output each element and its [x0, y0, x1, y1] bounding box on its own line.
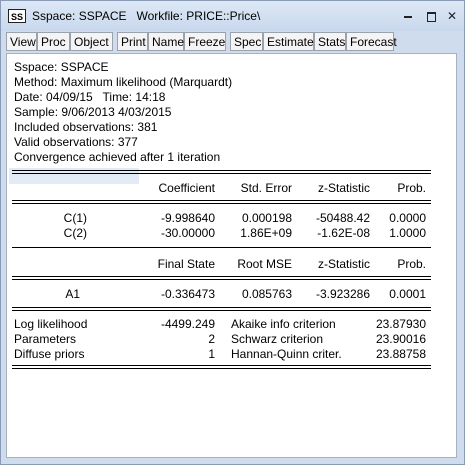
- stats-button[interactable]: Stats: [314, 32, 346, 51]
- coef-name: C(2): [63, 226, 87, 240]
- minimize-icon: [404, 15, 412, 18]
- header-line: Convergence achieved after 1 iteration: [14, 150, 221, 164]
- header-line: Sample: 9/06/2013 4/03/2015: [14, 105, 172, 119]
- name-button[interactable]: Name: [148, 32, 184, 51]
- column-header: Final State: [157, 257, 215, 271]
- column-header: z-Statistic: [317, 257, 370, 271]
- app-icon[interactable]: SS: [8, 9, 26, 23]
- final-state-value: -0.336473: [160, 287, 215, 301]
- maximize-button[interactable]: [422, 7, 440, 25]
- z-stat-value: -50488.42: [315, 211, 370, 225]
- table-rule: [12, 247, 431, 248]
- coef-value: -30.00000: [160, 226, 215, 240]
- criterion-value: 23.90016: [375, 332, 426, 346]
- maximize-icon: [426, 11, 436, 22]
- column-header: Prob.: [397, 257, 426, 271]
- minimize-button[interactable]: [399, 7, 417, 25]
- close-button[interactable]: ✕: [443, 7, 461, 25]
- column-header: Coefficient: [158, 181, 215, 195]
- stat-value: -4499.249: [160, 317, 215, 331]
- prob-value: 0.0000: [389, 211, 426, 225]
- print-button[interactable]: Print: [117, 32, 148, 51]
- table-rule: [12, 365, 431, 369]
- close-icon: ✕: [446, 9, 458, 23]
- title-bar[interactable]: SS Sspace: SSPACE Workfile: PRICE::Price…: [1, 1, 464, 31]
- header-line: Valid observations: 377: [14, 135, 138, 149]
- eviews-window: SS Sspace: SSPACE Workfile: PRICE::Price…: [0, 0, 465, 465]
- z-stat-value: -3.923286: [315, 287, 370, 301]
- prob-value: 0.0001: [389, 287, 426, 301]
- root-mse-value: 0.085763: [241, 287, 292, 301]
- coef-name: C(1): [63, 211, 87, 225]
- criterion-label: Hannan-Quinn criter.: [231, 347, 342, 361]
- table-rule: [12, 200, 431, 204]
- output-pane[interactable]: Sspace: SSPACE Method: Maximum likelihoo…: [6, 53, 457, 458]
- criterion-label: Akaike info criterion: [231, 317, 336, 331]
- table-rule: [12, 276, 431, 280]
- criterion-value: 23.88758: [375, 347, 426, 361]
- column-header: Root MSE: [237, 257, 292, 271]
- std-error-value: 1.86E+09: [240, 226, 292, 240]
- stat-label: Log likelihood: [14, 317, 88, 331]
- stat-label: Diffuse priors: [14, 347, 85, 361]
- stat-label: Parameters: [14, 332, 77, 346]
- z-stat-value: -1.62E-08: [317, 226, 370, 240]
- table-rule: [12, 307, 431, 311]
- state-name: A1: [65, 287, 80, 301]
- window-title: Sspace: SSPACE Workfile: PRICE::Price\: [32, 9, 261, 23]
- proc-button[interactable]: Proc: [37, 32, 70, 51]
- header-line: Date: 04/09/15 Time: 14:18: [14, 90, 166, 104]
- criterion-value: 23.87930: [375, 317, 426, 331]
- header-line: Included observations: 381: [14, 120, 158, 134]
- forecast-button[interactable]: Forecast: [346, 32, 397, 51]
- spec-button[interactable]: Spec: [230, 32, 263, 51]
- stat-value: 1: [208, 347, 215, 361]
- std-error-value: 0.000198: [241, 211, 292, 225]
- table-rule: [12, 170, 431, 174]
- freeze-button[interactable]: Freeze: [184, 32, 226, 51]
- header-line: Method: Maximum likelihood (Marquardt): [14, 75, 233, 89]
- estimate-button[interactable]: Estimate: [263, 32, 314, 51]
- stat-value: 2: [208, 332, 215, 346]
- coef-value: -9.998640: [160, 211, 215, 225]
- criterion-label: Schwarz criterion: [231, 332, 324, 346]
- object-button[interactable]: Object: [70, 32, 113, 51]
- prob-value: 1.0000: [389, 226, 426, 240]
- column-header: Std. Error: [240, 181, 292, 195]
- column-header: z-Statistic: [317, 181, 370, 195]
- header-line: Sspace: SSPACE: [14, 60, 109, 74]
- view-button[interactable]: View: [6, 32, 37, 51]
- column-header: Prob.: [397, 181, 426, 195]
